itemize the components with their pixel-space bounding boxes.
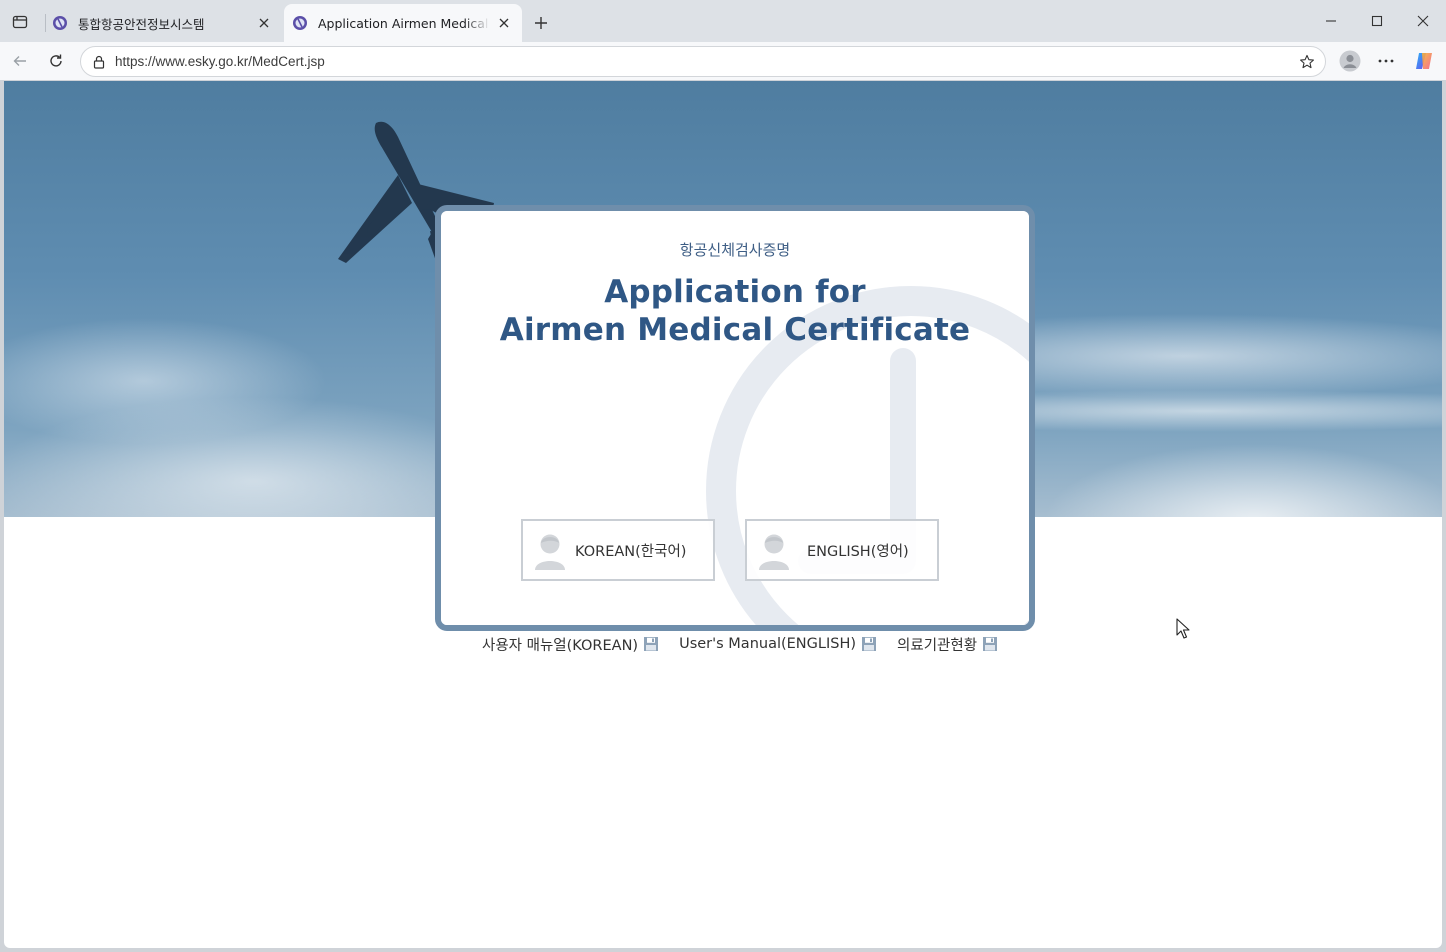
back-arrow-icon[interactable] — [6, 47, 34, 75]
tab-esky-home[interactable]: 통합항공안전정보시스템 — [44, 4, 282, 42]
url-text[interactable]: https://www.esky.go.kr/MedCert.jsp — [115, 54, 1295, 69]
page-title-line1: Application for — [604, 274, 866, 310]
page-title-line2: Airmen Medical Certificate — [499, 312, 971, 348]
save-disk-icon — [644, 637, 659, 651]
tab-strip: 통합항공안전정보시스템 Application Airmen Medical C… — [0, 0, 1446, 42]
page-subtitle: 항공신체검사증명 — [679, 241, 791, 259]
manual-english-link[interactable]: User's Manual(ENGLISH) — [679, 636, 877, 652]
tab-title: 통합항공안전정보시스템 — [78, 16, 205, 32]
copilot-icon[interactable] — [1410, 47, 1438, 75]
tab-medcert[interactable]: Application Airmen Medical Certificate — [284, 4, 522, 42]
mouse-cursor-icon — [1176, 618, 1190, 639]
lock-icon[interactable] — [91, 54, 107, 70]
address-bar[interactable]: https://www.esky.go.kr/MedCert.jsp — [80, 46, 1326, 77]
close-window-icon[interactable] — [1400, 6, 1446, 36]
browser-toolbar: https://www.esky.go.kr/MedCert.jsp — [0, 42, 1446, 80]
download-links: 사용자 매뉴얼(KOREAN) User's Manual(ENGLISH) 의… — [482, 633, 1018, 655]
application-card: 항공신체검사증명 Application for Airmen Medical … — [441, 211, 1029, 625]
korean-language-button[interactable]: KOREAN(한국어) — [521, 519, 715, 581]
manual-korean-label: 사용자 매뉴얼(KOREAN) — [482, 637, 639, 654]
site-favicon-icon — [53, 16, 67, 30]
tab-title: Application Airmen Medical Certificate — [318, 15, 490, 31]
medical-institutions-link[interactable]: 의료기관현황 — [897, 634, 998, 655]
tab-actions-icon[interactable] — [8, 10, 32, 34]
new-tab-icon[interactable] — [529, 11, 553, 35]
page-title: Application for Airmen Medical Certifica… — [441, 273, 1029, 349]
save-disk-icon — [983, 637, 998, 651]
site-favicon-icon — [293, 16, 307, 30]
save-disk-icon — [862, 637, 877, 651]
page-viewport: 항공신체검사증명 Application for Airmen Medical … — [4, 81, 1442, 948]
person-silhouette-icon — [535, 534, 565, 570]
close-tab-icon[interactable] — [254, 13, 274, 33]
more-options-icon[interactable] — [1372, 47, 1400, 75]
english-button-label: ENGLISH(영어) — [807, 543, 909, 560]
english-language-button[interactable]: ENGLISH(영어) — [745, 519, 939, 581]
reload-icon[interactable] — [42, 47, 70, 75]
manual-english-label: User's Manual(ENGLISH) — [679, 636, 857, 652]
close-tab-icon[interactable] — [494, 13, 514, 33]
profile-avatar-icon[interactable] — [1336, 47, 1364, 75]
favorite-star-icon[interactable] — [1295, 50, 1319, 74]
manual-korean-link[interactable]: 사용자 매뉴얼(KOREAN) — [482, 634, 659, 655]
minimize-icon[interactable] — [1308, 6, 1354, 36]
person-silhouette-icon — [759, 534, 789, 570]
maximize-icon[interactable] — [1354, 6, 1400, 36]
korean-button-label: KOREAN(한국어) — [575, 543, 687, 560]
medical-institutions-label: 의료기관현황 — [897, 637, 978, 654]
